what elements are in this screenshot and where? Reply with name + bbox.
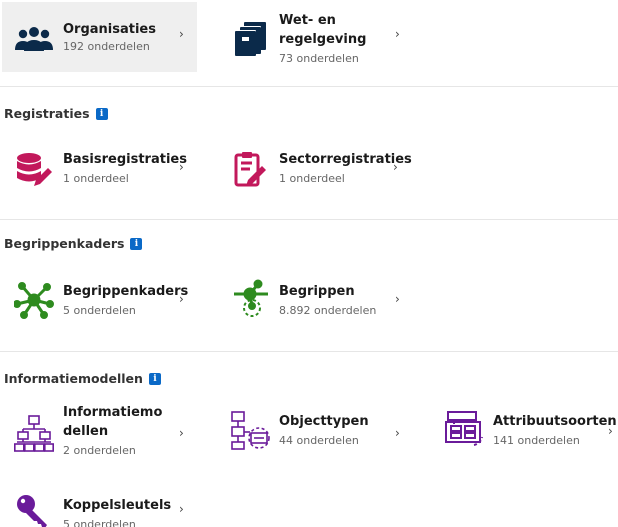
chevron-right-icon: › [393, 160, 398, 174]
divider [0, 351, 618, 352]
clipboard-edit-icon [230, 150, 270, 190]
section-title-text: Begrippenkaders [4, 236, 125, 251]
tile-title: Attribuutsoorten [493, 414, 617, 429]
tile-title: Sectorregistraties [279, 152, 412, 167]
tile-count: 1 onderdeel [279, 172, 345, 185]
tile-title: Basisregistraties [63, 152, 187, 167]
database-edit-icon [14, 150, 54, 190]
tile-title: Begrippen [279, 284, 355, 299]
tile-begrippenkaders[interactable]: Begrippenkaders 5 onderdelen › [2, 278, 197, 328]
books-icon [230, 18, 270, 58]
tile-title: Wet- en regelgeving [279, 13, 367, 47]
tile-title: Informatiemodellen [63, 405, 163, 439]
chevron-right-icon: › [179, 426, 184, 440]
key-icon [14, 492, 54, 527]
section-title-informatiemodellen: Informatiemodellen i [4, 371, 161, 386]
tile-count: 2 onderdelen [63, 444, 136, 457]
section-title-text: Informatiemodellen [4, 371, 143, 386]
tile-koppelsleutels[interactable]: Koppelsleutels 5 onderdelen › [2, 492, 197, 527]
section-title-registraties: Registraties i [4, 106, 108, 121]
people-group-icon [14, 20, 54, 60]
tile-informatiemodellen[interactable]: Informatiemodellen 2 onderdelen › [2, 400, 197, 466]
info-icon[interactable]: i [148, 372, 161, 385]
tile-count: 73 onderdelen [279, 52, 359, 65]
chevron-right-icon: › [395, 292, 400, 306]
chevron-right-icon: › [608, 424, 613, 438]
tile-sectorregistraties[interactable]: Sectorregistraties 1 onderdeel › [218, 146, 418, 196]
attribute-types-icon [444, 410, 484, 450]
hierarchy-icon [14, 413, 54, 453]
tile-count: 1 onderdeel [63, 172, 129, 185]
tile-objecttypen[interactable]: Objecttypen 44 onderdelen › [218, 408, 413, 458]
object-types-icon [230, 410, 270, 450]
concept-node-icon [230, 278, 270, 318]
tile-title: Organisaties [63, 22, 156, 37]
divider [0, 86, 618, 87]
section-title-text: Registraties [4, 106, 90, 121]
chevron-right-icon: › [179, 160, 184, 174]
tile-count: 44 onderdelen [279, 434, 359, 447]
info-icon[interactable]: i [130, 237, 143, 250]
tile-organisaties[interactable]: Organisaties 192 onderdelen › [2, 2, 197, 72]
tile-count: 8.892 onderdelen [279, 304, 377, 317]
tile-title: Begrippenkaders [63, 284, 189, 299]
tile-count: 192 onderdelen [63, 40, 150, 53]
section-title-begrippenkaders: Begrippenkaders i [4, 236, 143, 251]
tile-attribuutsoorten[interactable]: Attribuutsoorten 141 onderdelen › [432, 408, 618, 458]
tile-count: 5 onderdelen [63, 304, 136, 317]
chevron-right-icon: › [395, 27, 400, 41]
chevron-right-icon: › [395, 426, 400, 440]
tile-begrippen[interactable]: Begrippen 8.892 onderdelen › [218, 278, 413, 328]
tile-wet-en-regelgeving[interactable]: Wet- en regelgeving 73 onderdelen › [218, 2, 413, 82]
tile-basisregistraties[interactable]: Basisregistraties 1 onderdeel › [2, 146, 197, 196]
network-icon [14, 280, 54, 320]
chevron-right-icon: › [179, 502, 184, 516]
chevron-right-icon: › [179, 292, 184, 306]
tile-count: 5 onderdelen [63, 518, 136, 527]
info-icon[interactable]: i [95, 107, 108, 120]
chevron-right-icon: › [179, 27, 184, 41]
divider [0, 219, 618, 220]
tile-title: Objecttypen [279, 414, 369, 429]
tile-count: 141 onderdelen [493, 434, 580, 447]
tile-title: Koppelsleutels [63, 498, 172, 513]
